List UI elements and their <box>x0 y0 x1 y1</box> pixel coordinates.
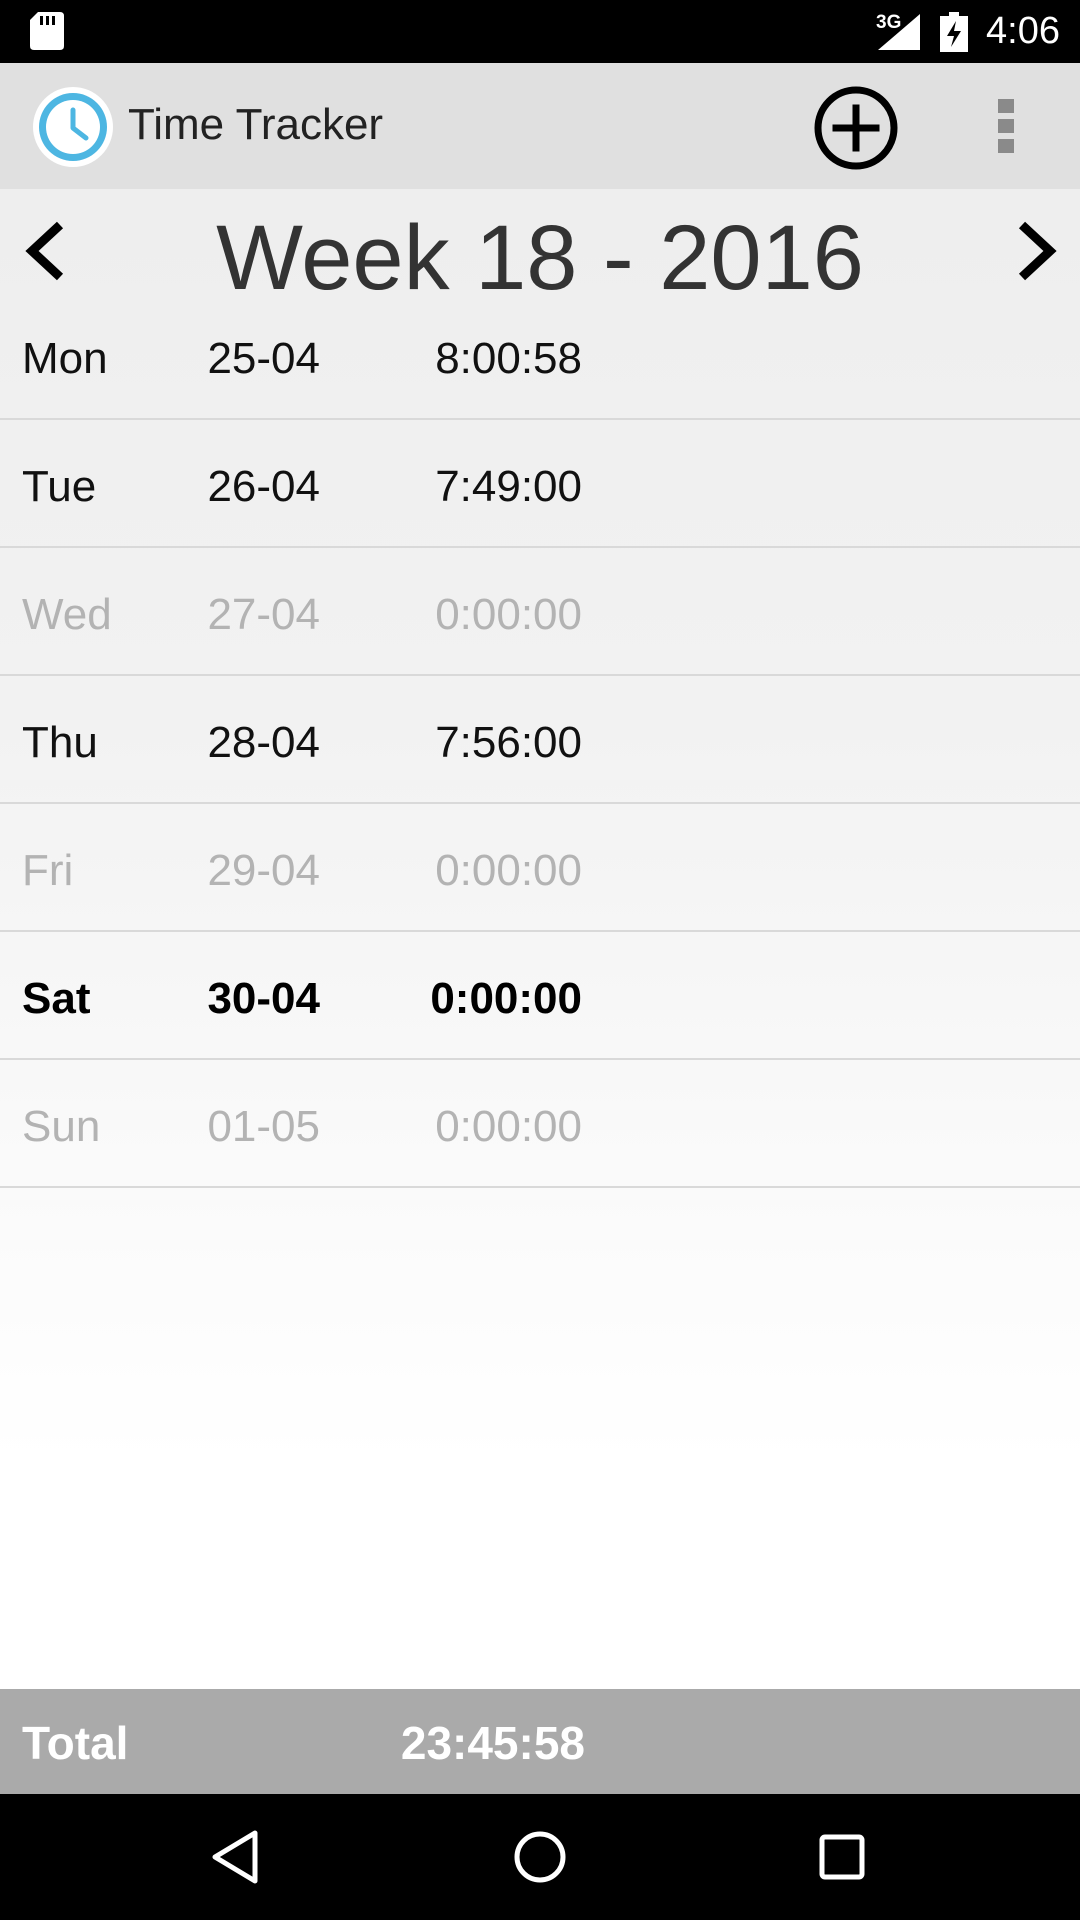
day-date: 25-04 <box>207 334 320 383</box>
day-name: Sun <box>22 1102 101 1151</box>
day-duration: 8:00:58 <box>435 334 582 383</box>
day-name: Fri <box>22 846 74 895</box>
day-name: Thu <box>22 718 98 767</box>
day-row-sun[interactable]: Sun 01-05 0:00:00 <box>0 1060 1080 1188</box>
day-name: Tue <box>22 462 97 511</box>
navigation-bar <box>0 1794 1080 1920</box>
home-icon[interactable] <box>510 1827 570 1887</box>
day-row-wed[interactable]: Wed 27-04 0:00:00 <box>0 548 1080 676</box>
day-duration: 0:00:00 <box>435 1102 582 1151</box>
recents-icon[interactable] <box>812 1827 872 1887</box>
sd-card-icon <box>30 12 64 50</box>
previous-week-button[interactable] <box>18 215 74 287</box>
overflow-menu-button[interactable] <box>984 93 1028 159</box>
total-label: Total <box>22 1717 129 1769</box>
overflow-dot <box>998 139 1014 153</box>
app-title: Time Tracker <box>128 100 384 149</box>
day-date: 01-05 <box>207 1102 320 1151</box>
week-content: Week 18 - 2016 Mon 25-04 8:00:58 Tue 26-… <box>0 189 1080 1689</box>
day-date: 30-04 <box>207 974 320 1023</box>
day-duration: 7:56:00 <box>435 718 582 767</box>
day-row-sat[interactable]: Sat 30-04 0:00:00 <box>0 932 1080 1060</box>
overflow-dot <box>998 119 1014 133</box>
day-duration: 7:49:00 <box>435 462 582 511</box>
clock-logo-icon <box>33 87 113 167</box>
total-bar: Total 23:45:58 <box>0 1689 1080 1794</box>
total-value: 23:45:58 <box>400 1717 585 1769</box>
day-row-fri[interactable]: Fri 29-04 0:00:00 <box>0 804 1080 932</box>
day-name: Wed <box>22 590 112 639</box>
day-duration: 0:00:00 <box>430 974 582 1023</box>
signal-icon <box>878 14 920 50</box>
day-date: 28-04 <box>207 718 320 767</box>
day-name: Mon <box>22 334 108 383</box>
day-duration: 0:00:00 <box>435 846 582 895</box>
back-icon[interactable] <box>207 1827 267 1887</box>
status-bar: 3G 4:06 <box>0 0 1080 63</box>
action-bar: Time Tracker <box>0 63 1080 189</box>
day-row-thu[interactable]: Thu 28-04 7:56:00 <box>0 676 1080 804</box>
day-date: 27-04 <box>207 590 320 639</box>
status-clock: 4:06 <box>986 10 1060 52</box>
day-row-mon[interactable]: Mon 25-04 8:00:58 <box>0 292 1080 420</box>
battery-charging-icon <box>940 12 968 52</box>
day-date: 26-04 <box>207 462 320 511</box>
day-row-tue[interactable]: Tue 26-04 7:49:00 <box>0 420 1080 548</box>
overflow-dot <box>998 99 1014 113</box>
day-list: Mon 25-04 8:00:58 Tue 26-04 7:49:00 Wed … <box>0 292 1080 1188</box>
add-entry-button[interactable] <box>812 84 900 172</box>
day-date: 29-04 <box>207 846 320 895</box>
day-duration: 0:00:00 <box>435 590 582 639</box>
next-week-button[interactable] <box>1008 215 1064 287</box>
day-name: Sat <box>22 974 91 1023</box>
